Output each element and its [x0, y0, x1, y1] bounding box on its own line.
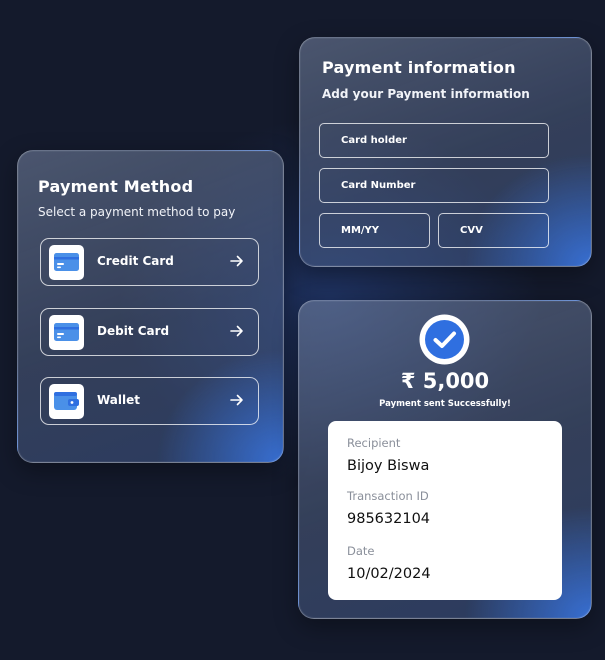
payment-success-card: ₹ 5,000 Payment sent Successfully! Recip… — [298, 300, 592, 619]
debit-card-icon-box — [49, 315, 84, 350]
recipient-label: Recipient — [347, 436, 401, 450]
payment-information-card: Payment information Add your Payment inf… — [299, 37, 592, 267]
payment-information-title: Payment information — [322, 58, 516, 77]
payment-method-card: Payment Method Select a payment method t… — [17, 150, 284, 463]
check-circle-icon — [419, 314, 470, 365]
debit-card-label: Debit Card — [97, 324, 170, 338]
wallet-icon — [54, 392, 79, 410]
expiry-input[interactable] — [319, 213, 430, 248]
arrow-right-icon — [230, 394, 243, 406]
credit-card-icon — [54, 253, 79, 271]
wallet-icon-box — [49, 384, 84, 419]
arrow-right-icon — [230, 255, 243, 267]
credit-card-icon-box — [49, 245, 84, 280]
debit-card-option[interactable]: Debit Card — [40, 308, 259, 356]
date-value: 10/02/2024 — [347, 566, 431, 582]
payment-amount: ₹ 5,000 — [400, 369, 490, 393]
card-number-input[interactable] — [319, 168, 549, 203]
date-label: Date — [347, 544, 375, 558]
cvv-input[interactable] — [438, 213, 549, 248]
credit-card-option[interactable]: Credit Card — [40, 238, 259, 286]
payment-method-subtitle: Select a payment method to pay — [38, 205, 236, 219]
debit-card-icon — [54, 323, 79, 341]
recipient-value: Bijoy Biswa — [347, 458, 430, 474]
card-holder-input[interactable] — [319, 123, 549, 158]
transaction-details: Recipient Bijoy Biswa Transaction ID 985… — [328, 421, 562, 600]
wallet-option[interactable]: Wallet — [40, 377, 259, 425]
transaction-id-value: 985632104 — [347, 511, 431, 527]
transaction-id-label: Transaction ID — [347, 489, 429, 503]
payment-method-title: Payment Method — [38, 177, 194, 196]
payment-success-message: Payment sent Successfully! — [379, 399, 511, 409]
credit-card-label: Credit Card — [97, 254, 174, 268]
payment-information-subtitle: Add your Payment information — [322, 87, 530, 101]
arrow-right-icon — [230, 325, 243, 337]
wallet-label: Wallet — [97, 393, 141, 407]
